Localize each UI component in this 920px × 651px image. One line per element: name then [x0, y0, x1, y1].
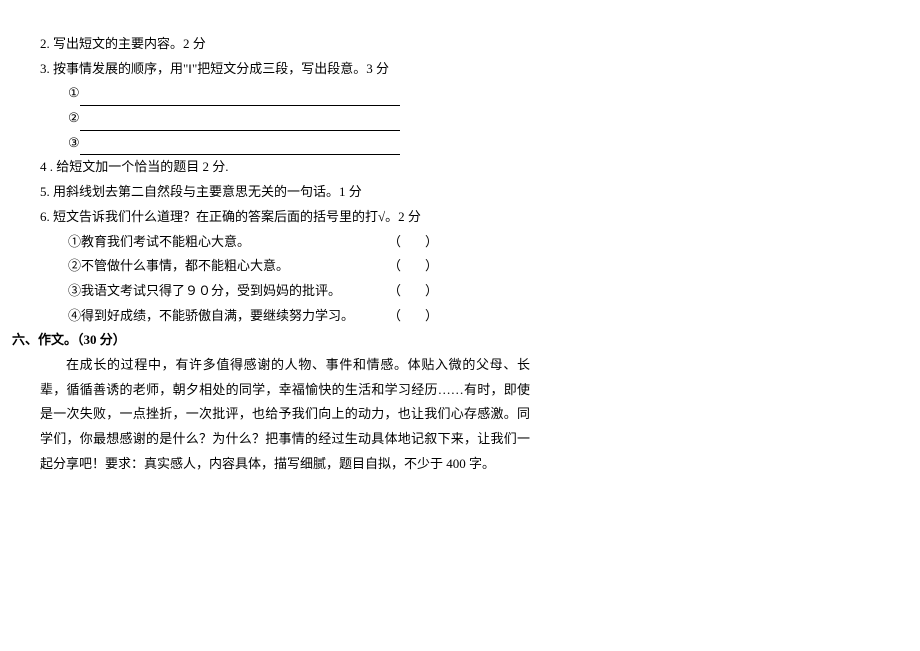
- section-6-header: 六、作文。（30 分）: [12, 328, 530, 353]
- blank-line-1[interactable]: [80, 93, 400, 106]
- q6-option-3-bracket[interactable]: （）: [388, 279, 462, 304]
- question-3: 3. 按事情发展的顺序，用"‖"把短文分成三段，写出段意。3 分: [40, 57, 530, 82]
- circled-1: ①: [68, 85, 80, 100]
- blank-line-2[interactable]: [80, 118, 400, 131]
- q6-option-4-text: ④得到好成绩，不能骄傲自满，要继续努力学习。: [68, 304, 388, 329]
- circled-3: ③: [68, 135, 80, 150]
- question-5: 5. 用斜线划去第二自然段与主要意思无关的一句话。1 分: [40, 180, 530, 205]
- q6-option-1-text: ①教育我们考试不能粗心大意。: [68, 230, 388, 255]
- question-6: 6. 短文告诉我们什么道理？在正确的答案后面的括号里的打√。2 分: [40, 205, 530, 230]
- q3-blank-3: ③: [40, 131, 530, 156]
- q6-option-4: ④得到好成绩，不能骄傲自满，要继续努力学习。 （）: [40, 304, 530, 329]
- q6-option-4-bracket[interactable]: （）: [388, 304, 462, 329]
- q6-option-3-text: ③我语文考试只得了９０分，受到妈妈的批评。: [68, 279, 388, 304]
- question-2: 2. 写出短文的主要内容。2 分: [40, 32, 530, 57]
- q6-option-2-text: ②不管做什么事情，都不能粗心大意。: [68, 254, 388, 279]
- section-6-body: 在成长的过程中，有许多值得感谢的人物、事件和情感。体贴入微的父母、长辈，循循善诱…: [40, 353, 530, 476]
- q6-option-1: ①教育我们考试不能粗心大意。 （）: [40, 230, 530, 255]
- document-content: 2. 写出短文的主要内容。2 分 3. 按事情发展的顺序，用"‖"把短文分成三段…: [40, 32, 530, 476]
- q6-option-2-bracket[interactable]: （）: [388, 254, 462, 279]
- blank-line-3[interactable]: [80, 142, 400, 155]
- q6-option-1-bracket[interactable]: （）: [388, 230, 462, 255]
- q6-option-3: ③我语文考试只得了９０分，受到妈妈的批评。 （）: [40, 279, 530, 304]
- q3-blank-1: ①: [40, 81, 530, 106]
- question-4: 4 . 给短文加一个恰当的题目 2 分.: [40, 155, 530, 180]
- q6-option-2: ②不管做什么事情，都不能粗心大意。 （）: [40, 254, 530, 279]
- circled-2: ②: [68, 110, 80, 125]
- q3-blank-2: ②: [40, 106, 530, 131]
